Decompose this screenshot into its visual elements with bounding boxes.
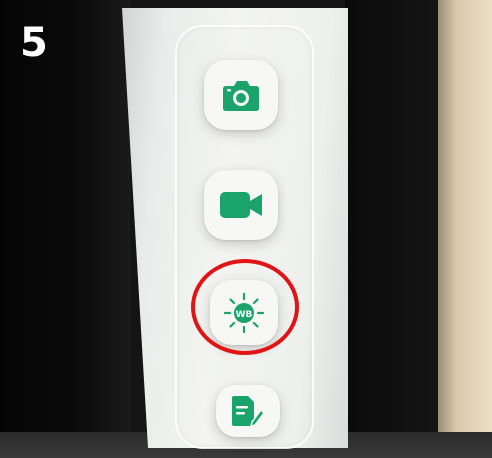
- whiteboard-sun-icon: WB: [223, 292, 265, 333]
- whiteboard-icon-label: WB: [236, 310, 253, 320]
- camera-button[interactable]: [204, 60, 278, 130]
- step-number-label: 5: [20, 20, 48, 66]
- photo-frame: WB 5: [0, 0, 492, 458]
- camera-icon: [223, 81, 259, 111]
- video-button[interactable]: [204, 170, 278, 240]
- whiteboard-button[interactable]: WB: [210, 280, 278, 345]
- notes-button[interactable]: [216, 385, 280, 437]
- dark-screen-area: [0, 0, 130, 458]
- document-edit-icon: [232, 396, 265, 428]
- video-camera-icon: [220, 192, 262, 218]
- dark-screen-area-right: [345, 0, 440, 458]
- background-wall: [438, 0, 492, 458]
